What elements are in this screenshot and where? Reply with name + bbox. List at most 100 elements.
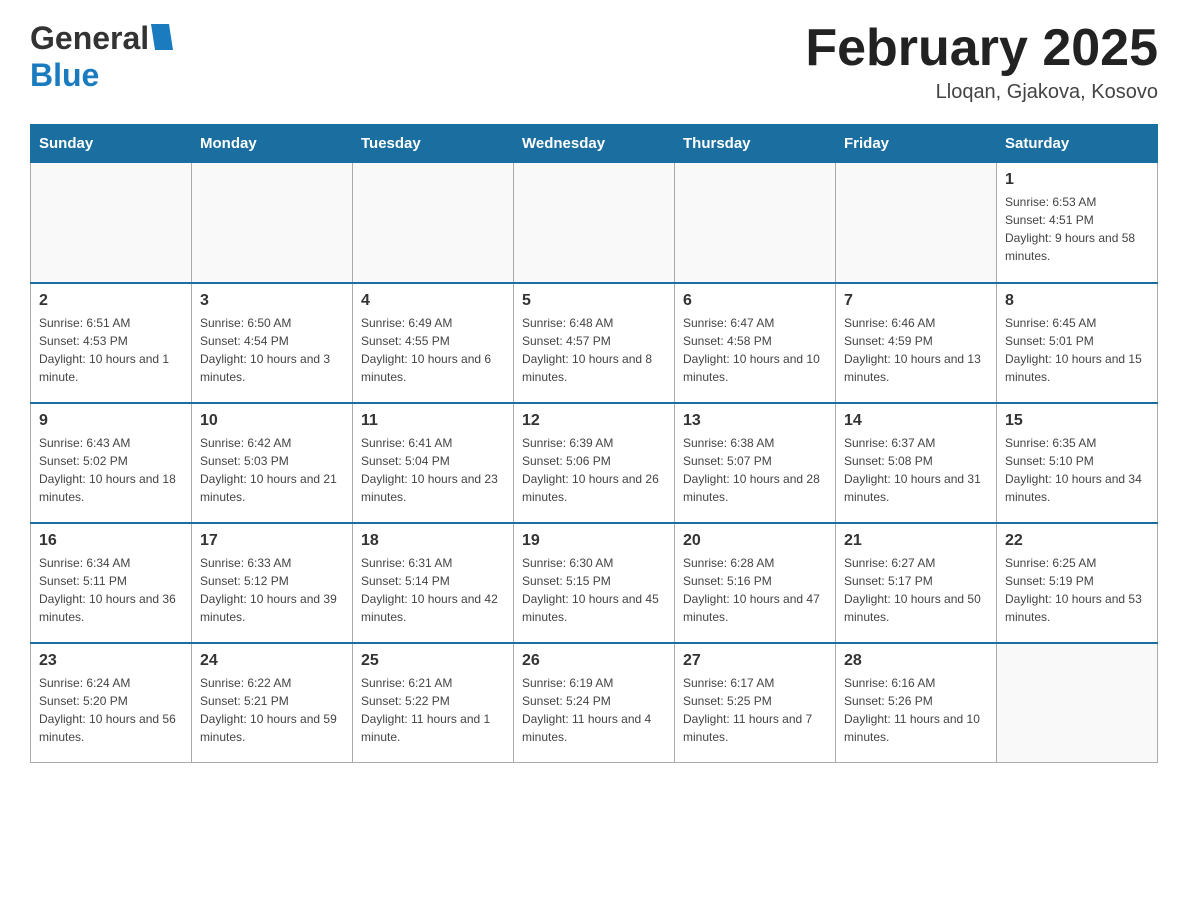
calendar-cell: 25 Sunrise: 6:21 AMSunset: 5:22 PMDayligh…	[353, 643, 514, 763]
calendar-cell: 26 Sunrise: 6:19 AMSunset: 5:24 PMDayligh…	[514, 643, 675, 763]
calendar-cell: 10 Sunrise: 6:42 AMSunset: 5:03 PMDayligh…	[192, 403, 353, 523]
day-number: 10	[200, 412, 344, 430]
day-number: 15	[1005, 412, 1149, 430]
day-info: Sunrise: 6:46 AMSunset: 4:59 PMDaylight:…	[844, 314, 988, 386]
day-info: Sunrise: 6:49 AMSunset: 4:55 PMDaylight:…	[361, 314, 505, 386]
day-info: Sunrise: 6:48 AMSunset: 4:57 PMDaylight:…	[522, 314, 666, 386]
day-number: 7	[844, 292, 988, 310]
day-number: 22	[1005, 532, 1149, 550]
day-info: Sunrise: 6:33 AMSunset: 5:12 PMDaylight:…	[200, 554, 344, 626]
day-number: 6	[683, 292, 827, 310]
day-info: Sunrise: 6:35 AMSunset: 5:10 PMDaylight:…	[1005, 434, 1149, 506]
calendar-table: Sunday Monday Tuesday Wednesday Thursday…	[30, 124, 1158, 763]
month-title: February 2025	[805, 20, 1158, 77]
day-number: 18	[361, 532, 505, 550]
calendar-cell: 21 Sunrise: 6:27 AMSunset: 5:17 PMDayligh…	[836, 523, 997, 643]
calendar-cell: 28 Sunrise: 6:16 AMSunset: 5:26 PMDayligh…	[836, 643, 997, 763]
day-info: Sunrise: 6:42 AMSunset: 5:03 PMDaylight:…	[200, 434, 344, 506]
day-number: 28	[844, 652, 988, 670]
day-info: Sunrise: 6:51 AMSunset: 4:53 PMDaylight:…	[39, 314, 183, 386]
header-monday: Monday	[192, 125, 353, 163]
calendar-week-row: 16 Sunrise: 6:34 AMSunset: 5:11 PMDayligh…	[31, 523, 1158, 643]
day-info: Sunrise: 6:38 AMSunset: 5:07 PMDaylight:…	[683, 434, 827, 506]
weekday-header-row: Sunday Monday Tuesday Wednesday Thursday…	[31, 125, 1158, 163]
day-number: 11	[361, 412, 505, 430]
header-wednesday: Wednesday	[514, 125, 675, 163]
header-sunday: Sunday	[31, 125, 192, 163]
header-tuesday: Tuesday	[353, 125, 514, 163]
calendar-cell: 4 Sunrise: 6:49 AMSunset: 4:55 PMDaylight…	[353, 283, 514, 403]
day-number: 25	[361, 652, 505, 670]
day-number: 1	[1005, 171, 1149, 189]
day-info: Sunrise: 6:47 AMSunset: 4:58 PMDaylight:…	[683, 314, 827, 386]
day-info: Sunrise: 6:45 AMSunset: 5:01 PMDaylight:…	[1005, 314, 1149, 386]
calendar-cell	[514, 163, 675, 283]
calendar-cell	[997, 643, 1158, 763]
calendar-cell: 17 Sunrise: 6:33 AMSunset: 5:12 PMDayligh…	[192, 523, 353, 643]
day-number: 9	[39, 412, 183, 430]
calendar-cell: 13 Sunrise: 6:38 AMSunset: 5:07 PMDayligh…	[675, 403, 836, 523]
calendar-cell: 23Sunrise: 6:24 AMSunset: 5:20 PMDayligh…	[31, 643, 192, 763]
calendar-cell: 12Sunrise: 6:39 AMSunset: 5:06 PMDayligh…	[514, 403, 675, 523]
day-number: 14	[844, 412, 988, 430]
day-info: Sunrise: 6:30 AMSunset: 5:15 PMDaylight:…	[522, 554, 666, 626]
day-number: 21	[844, 532, 988, 550]
day-number: 26	[522, 652, 666, 670]
calendar-cell	[675, 163, 836, 283]
calendar-week-row: 1 Sunrise: 6:53 AMSunset: 4:51 PMDaylight…	[31, 163, 1158, 283]
day-number: 5	[522, 292, 666, 310]
day-number: 24	[200, 652, 344, 670]
calendar-cell: 1 Sunrise: 6:53 AMSunset: 4:51 PMDaylight…	[997, 163, 1158, 283]
calendar-cell: 14 Sunrise: 6:37 AMSunset: 5:08 PMDayligh…	[836, 403, 997, 523]
day-number: 16	[39, 532, 183, 550]
page-header: General Blue February 2025 Lloqan, Gjako…	[30, 20, 1158, 104]
day-number: 2	[39, 292, 183, 310]
calendar-week-row: 2 Sunrise: 6:51 AMSunset: 4:53 PMDaylight…	[31, 283, 1158, 403]
day-number: 4	[361, 292, 505, 310]
day-info: Sunrise: 6:22 AMSunset: 5:21 PMDaylight:…	[200, 674, 344, 746]
day-info: Sunrise: 6:17 AMSunset: 5:25 PMDaylight:…	[683, 674, 827, 746]
day-number: 13	[683, 412, 827, 430]
logo-arrow-icon	[151, 24, 173, 55]
header-thursday: Thursday	[675, 125, 836, 163]
title-block: February 2025 Lloqan, Gjakova, Kosovo	[805, 20, 1158, 104]
calendar-week-row: 23Sunrise: 6:24 AMSunset: 5:20 PMDayligh…	[31, 643, 1158, 763]
day-info: Sunrise: 6:16 AMSunset: 5:26 PMDaylight:…	[844, 674, 988, 746]
calendar-cell	[192, 163, 353, 283]
calendar-cell: 15 Sunrise: 6:35 AMSunset: 5:10 PMDayligh…	[997, 403, 1158, 523]
day-info: Sunrise: 6:39 AMSunset: 5:06 PMDaylight:…	[522, 434, 666, 506]
day-info: Sunrise: 6:37 AMSunset: 5:08 PMDaylight:…	[844, 434, 988, 506]
calendar-cell: 20Sunrise: 6:28 AMSunset: 5:16 PMDayligh…	[675, 523, 836, 643]
calendar-cell: 5 Sunrise: 6:48 AMSunset: 4:57 PMDaylight…	[514, 283, 675, 403]
calendar-cell: 16 Sunrise: 6:34 AMSunset: 5:11 PMDayligh…	[31, 523, 192, 643]
calendar-cell: 8Sunrise: 6:45 AMSunset: 5:01 PMDaylight…	[997, 283, 1158, 403]
header-saturday: Saturday	[997, 125, 1158, 163]
calendar-cell: 27Sunrise: 6:17 AMSunset: 5:25 PMDayligh…	[675, 643, 836, 763]
calendar-cell	[836, 163, 997, 283]
logo-general-text: General	[30, 20, 149, 57]
day-info: Sunrise: 6:25 AMSunset: 5:19 PMDaylight:…	[1005, 554, 1149, 626]
calendar-week-row: 9 Sunrise: 6:43 AMSunset: 5:02 PMDaylight…	[31, 403, 1158, 523]
calendar-cell: 22 Sunrise: 6:25 AMSunset: 5:19 PMDayligh…	[997, 523, 1158, 643]
header-friday: Friday	[836, 125, 997, 163]
day-info: Sunrise: 6:43 AMSunset: 5:02 PMDaylight:…	[39, 434, 183, 506]
day-info: Sunrise: 6:28 AMSunset: 5:16 PMDaylight:…	[683, 554, 827, 626]
day-number: 17	[200, 532, 344, 550]
day-info: Sunrise: 6:27 AMSunset: 5:17 PMDaylight:…	[844, 554, 988, 626]
calendar-cell: 18Sunrise: 6:31 AMSunset: 5:14 PMDayligh…	[353, 523, 514, 643]
calendar-cell: 19 Sunrise: 6:30 AMSunset: 5:15 PMDayligh…	[514, 523, 675, 643]
day-info: Sunrise: 6:24 AMSunset: 5:20 PMDaylight:…	[39, 674, 183, 746]
calendar-cell: 9 Sunrise: 6:43 AMSunset: 5:02 PMDaylight…	[31, 403, 192, 523]
calendar-cell: 2 Sunrise: 6:51 AMSunset: 4:53 PMDaylight…	[31, 283, 192, 403]
day-info: Sunrise: 6:19 AMSunset: 5:24 PMDaylight:…	[522, 674, 666, 746]
day-info: Sunrise: 6:34 AMSunset: 5:11 PMDaylight:…	[39, 554, 183, 626]
calendar-cell: 7 Sunrise: 6:46 AMSunset: 4:59 PMDaylight…	[836, 283, 997, 403]
day-info: Sunrise: 6:53 AMSunset: 4:51 PMDaylight:…	[1005, 193, 1149, 265]
day-info: Sunrise: 6:21 AMSunset: 5:22 PMDaylight:…	[361, 674, 505, 746]
day-number: 3	[200, 292, 344, 310]
logo-blue-text: Blue	[30, 57, 99, 93]
day-info: Sunrise: 6:50 AMSunset: 4:54 PMDaylight:…	[200, 314, 344, 386]
day-number: 19	[522, 532, 666, 550]
location-subtitle: Lloqan, Gjakova, Kosovo	[805, 81, 1158, 104]
day-info: Sunrise: 6:41 AMSunset: 5:04 PMDaylight:…	[361, 434, 505, 506]
